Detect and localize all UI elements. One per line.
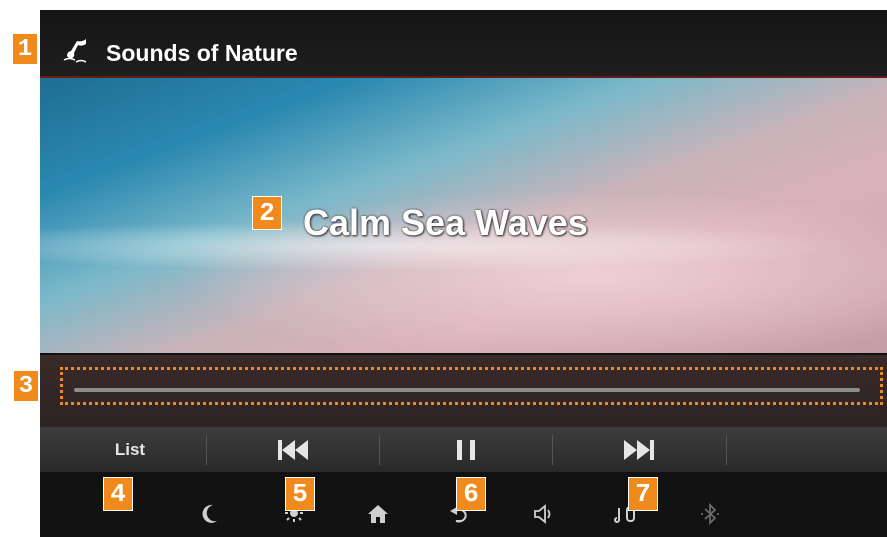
app-title: Sounds of Nature bbox=[106, 40, 298, 66]
callout-1: 1 bbox=[12, 33, 38, 65]
next-track-icon bbox=[624, 439, 654, 460]
divider bbox=[726, 435, 727, 465]
list-button[interactable]: List bbox=[50, 427, 210, 472]
moon-icon[interactable] bbox=[198, 502, 222, 526]
list-label: List bbox=[114, 439, 146, 459]
title-bar: Sounds of Nature bbox=[40, 10, 887, 78]
callout-3: 3 bbox=[13, 370, 39, 402]
progress-area bbox=[40, 355, 887, 435]
volume-icon[interactable] bbox=[532, 502, 556, 526]
progress-bar[interactable] bbox=[74, 388, 860, 392]
next-button[interactable] bbox=[553, 427, 725, 472]
pause-icon bbox=[457, 439, 475, 460]
control-bar: List bbox=[40, 427, 887, 472]
bluetooth-icon[interactable] bbox=[698, 502, 722, 526]
callout-2: 2 bbox=[252, 196, 282, 230]
callout-4: 4 bbox=[103, 477, 133, 511]
home-icon[interactable] bbox=[366, 502, 390, 526]
callout-7: 7 bbox=[628, 477, 658, 511]
previous-button[interactable] bbox=[207, 427, 379, 472]
media-screen: Sounds of Nature Calm Sea Waves List bbox=[40, 10, 887, 537]
track-title: Calm Sea Waves bbox=[303, 202, 588, 243]
callout-5: 5 bbox=[285, 477, 315, 511]
pause-button[interactable] bbox=[380, 427, 552, 472]
previous-track-icon bbox=[278, 439, 308, 460]
sounds-of-nature-icon bbox=[63, 39, 87, 63]
progress-highlight bbox=[60, 367, 883, 405]
callout-6: 6 bbox=[456, 477, 486, 511]
